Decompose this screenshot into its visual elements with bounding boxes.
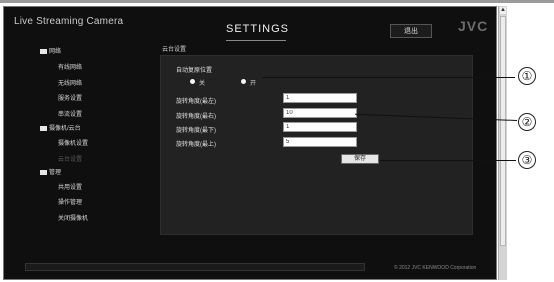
callout-leader-3 [380, 160, 516, 161]
field-label-tilt-up: 旋转角度(最上) [176, 142, 216, 148]
tilt-down-input[interactable] [283, 122, 357, 132]
save-button[interactable]: 保存 [341, 154, 379, 164]
copyright-text: © 2012 JVC KENWOOD Corporation [394, 265, 477, 271]
pan-left-input[interactable] [283, 93, 357, 103]
top-border [0, 0, 554, 3]
field-label-pan-right: 旋转角度(最右) [176, 114, 216, 120]
page-scrollbar[interactable]: ▲ [498, 6, 507, 280]
sidebar-item-wired-network[interactable]: 有线网络 [58, 62, 82, 71]
sidebar-group-label: 网络 [49, 49, 62, 55]
pan-right-input[interactable] [283, 108, 357, 118]
sidebar-item-wireless-network[interactable]: 无线网络 [58, 78, 82, 87]
sidebar-group-network[interactable]: 网络 [40, 46, 61, 55]
scroll-up-icon[interactable]: ▲ [500, 7, 506, 14]
section-title: 云台设置 [162, 47, 187, 53]
brand-logo: JVC [458, 18, 489, 34]
sidebar-group-label: 摄像机/云台 [49, 126, 81, 132]
sidebar-item-pantilt-settings[interactable]: 云台设置 [58, 154, 82, 163]
radio-off-label: 关 [199, 81, 206, 87]
callout-marker: ① [518, 67, 536, 85]
radio-on-label: 开 [250, 81, 257, 87]
sidebar-item-stream-settings[interactable]: 串流设置 [58, 109, 82, 118]
callout-marker: ③ [518, 151, 536, 169]
callout-leader-1 [262, 77, 515, 78]
page-title: SETTINGS [226, 23, 290, 35]
radio-on-selected[interactable] [241, 79, 246, 84]
scroll-thumb[interactable] [500, 16, 506, 246]
sidebar-item-shutdown-camera[interactable]: 关闭摄像机 [58, 213, 88, 222]
sidebar-item-operation-management[interactable]: 操作管理 [58, 197, 82, 206]
sidebar-item-camera-settings[interactable]: 摄像机设置 [58, 138, 88, 147]
folder-icon [40, 48, 47, 54]
auto-return-label: 自动复原位置 [176, 68, 213, 74]
callout-marker: ② [518, 113, 536, 131]
sidebar-group-camera-pantilt[interactable]: 摄像机/云台 [40, 123, 81, 132]
field-label-pan-left: 旋转角度(最左) [176, 99, 216, 105]
sidebar-group-label: 管理 [49, 170, 62, 176]
sidebar-item-service-settings[interactable]: 服务设置 [58, 93, 82, 102]
field-label-tilt-down: 旋转角度(最下) [176, 128, 216, 134]
radio-off[interactable] [190, 79, 195, 84]
title-underline [226, 40, 286, 41]
tilt-up-input[interactable] [283, 137, 357, 147]
app-title: Live Streaming Camera [14, 16, 124, 27]
logout-button[interactable]: 退出 [390, 24, 432, 38]
folder-icon [40, 125, 47, 131]
sidebar-group-admin[interactable]: 管理 [40, 167, 61, 176]
sidebar-item-common-settings[interactable]: 共用设置 [58, 182, 82, 191]
folder-icon [40, 169, 47, 175]
status-bar [25, 263, 365, 271]
